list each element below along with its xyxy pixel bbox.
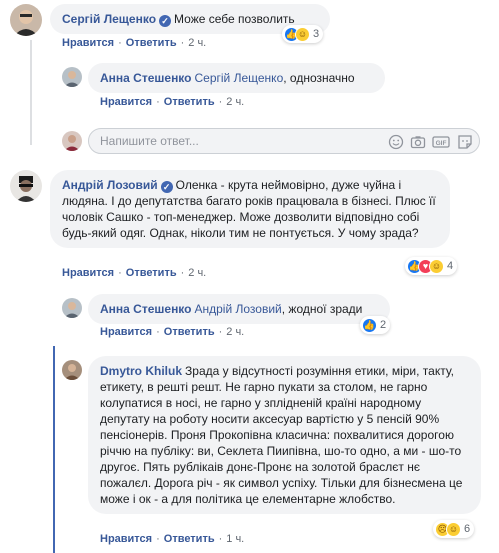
gif-icon[interactable]: GIF [432,134,450,150]
comment-author[interactable]: Сергій Лещенко [62,12,156,26]
comment-text: Може себе позволить [174,12,295,26]
comment-bubble: Dmytro Khiluk Зрада у відсутності розумін… [88,356,481,514]
avatar[interactable] [62,298,82,318]
timestamp[interactable]: 2 ч. [226,96,244,108]
like-reaction-icon: 👍 [362,317,377,333]
emoji-icon[interactable] [388,134,404,150]
sticker-icon[interactable] [457,134,473,150]
reaction-summary[interactable]: 👍 ♥ ☺ 4 [405,257,458,275]
avatar[interactable] [62,360,82,380]
comment-actions: Нравится · Ответить · 2 ч. [62,267,207,279]
avatar[interactable] [10,170,42,202]
comment-actions: Нравится · Ответить · 2 ч. [62,37,207,49]
reaction-summary[interactable]: 👍 2 [360,316,391,334]
mention-link[interactable]: Андрій Лозовий [195,302,282,316]
current-user-avatar [62,131,82,151]
reaction-count: 6 [464,523,471,535]
avatar[interactable] [62,67,82,87]
timestamp[interactable]: 2 ч. [226,326,244,338]
reaction-summary[interactable]: 👍 ☺ 3 [282,25,324,43]
reaction-count: 3 [313,28,320,40]
comment-text: , жодної зради [281,302,363,316]
reply-input[interactable] [100,134,350,148]
comment-bubble: Анна Стешенко Андрій Лозовий, жодної зрад… [88,294,390,324]
thread-line [30,40,32,145]
comment-actions: Нравится · Ответить · 2 ч. [100,96,245,108]
reply-link[interactable]: Ответить [126,37,177,49]
comment-author[interactable]: Dmytro Khiluk [100,364,182,378]
comment-actions: Нравится · Ответить · 1 ч. [100,533,245,545]
haha-reaction-icon: ☺ [446,521,461,537]
comment-text: Зрада у відсутності розуміння етики, мір… [100,364,463,506]
reaction-count: 4 [447,260,454,272]
reply-link[interactable]: Ответить [126,267,177,279]
comment-text: , однозначно [283,71,355,85]
mention-link[interactable]: Сергій Лещенко [195,71,284,85]
haha-reaction-icon: ☺ [295,26,310,42]
like-link[interactable]: Нравится [100,96,152,108]
comment-bubble: Андрій Лозовий ✓ Оленка - крута неймовірно… [50,170,450,248]
reaction-count: 2 [380,319,387,331]
reaction-summary[interactable]: ☹ ☺ 6 [433,520,475,538]
comment-author[interactable]: Анна Стешенко [100,302,192,316]
timestamp[interactable]: 2 ч. [188,267,206,279]
like-link[interactable]: Нравится [100,326,152,338]
comment-bubble: Анна Стешенко Сергій Лещенко, однозначно [88,63,385,93]
like-link[interactable]: Нравится [100,533,152,545]
timestamp[interactable]: 2 ч. [188,37,206,49]
svg-text:GIF: GIF [436,140,447,147]
like-link[interactable]: Нравится [62,267,114,279]
thread-highlight-line [53,346,55,553]
comment-actions: Нравится · Ответить · 2 ч. [100,326,245,338]
comment-author[interactable]: Андрій Лозовий [62,178,158,192]
camera-icon[interactable] [410,134,426,150]
reply-link[interactable]: Ответить [164,326,215,338]
reply-composer[interactable]: GIF [88,128,480,154]
verified-badge-icon: ✓ [159,15,172,27]
like-link[interactable]: Нравится [62,37,114,49]
verified-badge-icon: ✓ [160,181,173,193]
reply-link[interactable]: Ответить [164,533,215,545]
avatar[interactable] [10,4,42,36]
timestamp[interactable]: 1 ч. [226,533,244,545]
comment-author[interactable]: Анна Стешенко [100,71,192,85]
haha-reaction-icon: ☺ [429,258,444,274]
reply-link[interactable]: Ответить [164,96,215,108]
